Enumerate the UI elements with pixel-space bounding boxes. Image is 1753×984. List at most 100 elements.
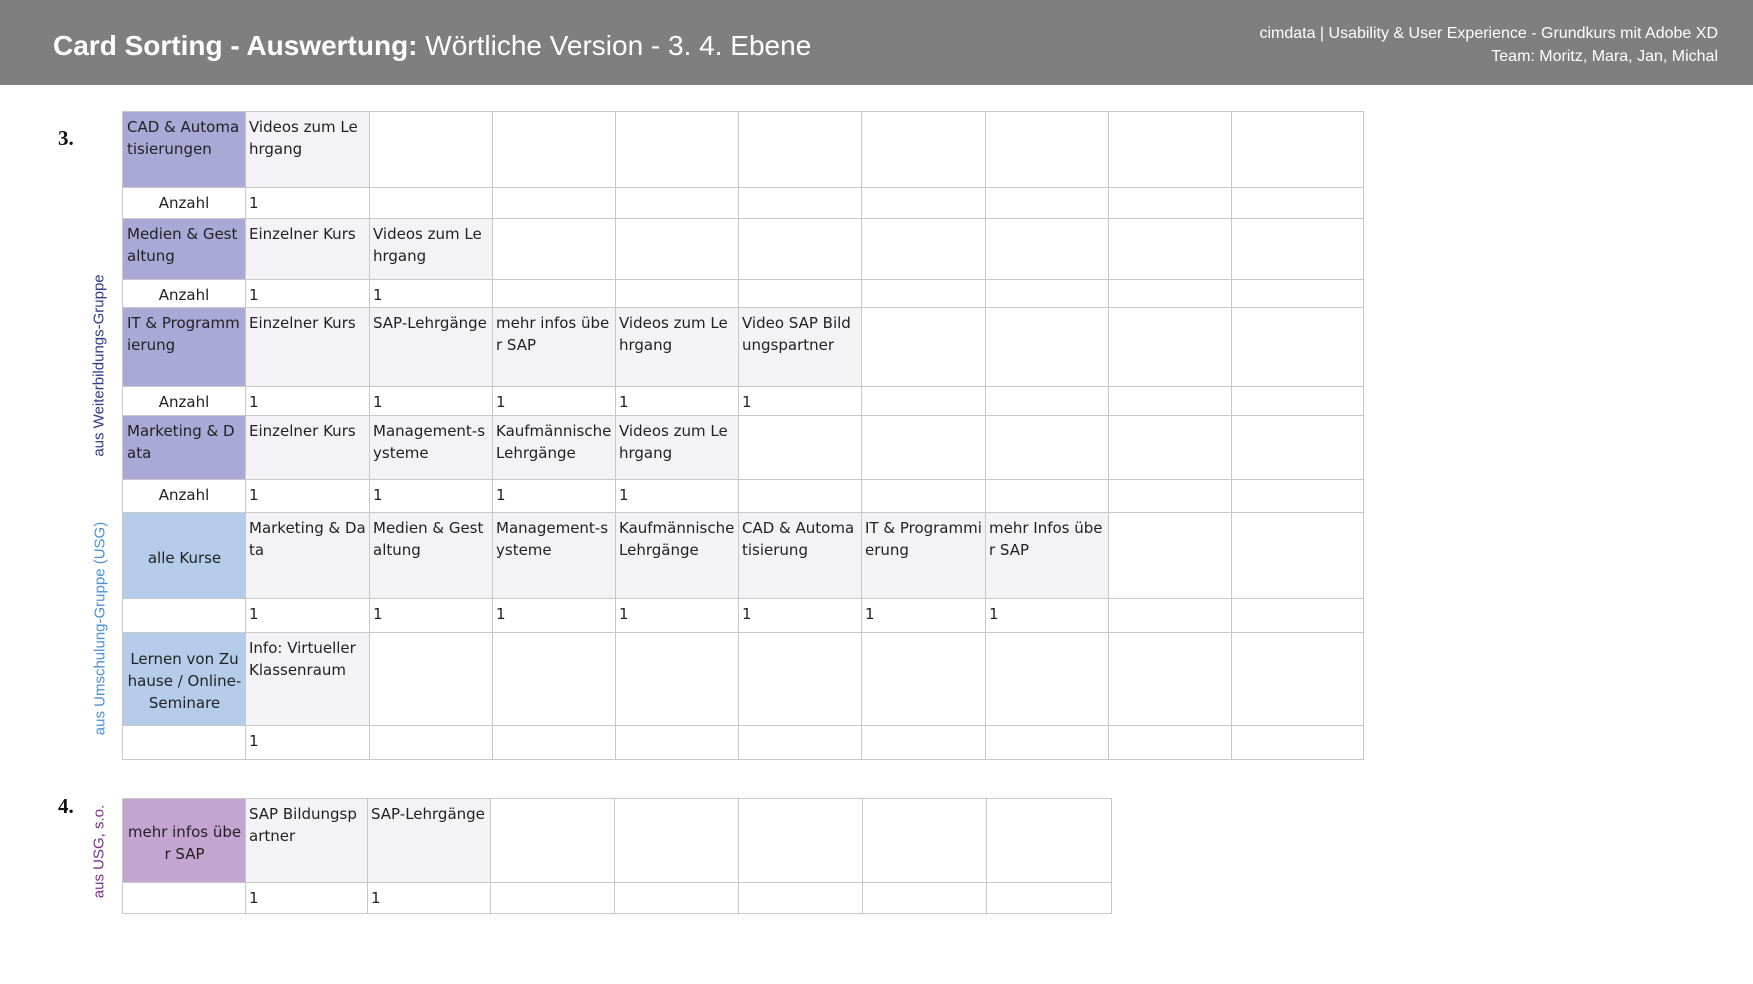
empty-cell bbox=[1108, 479, 1232, 513]
count-cell: 1 bbox=[615, 598, 739, 633]
page-title-rest: Wörtliche Version - 3. 4. Ebene bbox=[417, 30, 812, 61]
empty-cell bbox=[861, 415, 986, 480]
section-number-3: 3. bbox=[58, 126, 74, 150]
empty-cell bbox=[1108, 415, 1232, 480]
empty-cell bbox=[615, 279, 739, 308]
empty-cell bbox=[1231, 415, 1364, 480]
empty-cell bbox=[1231, 725, 1364, 760]
card-cell: SAP-Lehrgänge bbox=[369, 307, 493, 387]
card-cell: Einzelner Kurs bbox=[245, 415, 370, 480]
team-info: Team: Moritz, Mara, Jan, Michal bbox=[1491, 48, 1718, 65]
empty-cell bbox=[1108, 307, 1232, 387]
course-info: cimdata | Usability & User Experience - … bbox=[1259, 25, 1718, 42]
empty-cell bbox=[1231, 598, 1364, 633]
empty-cell bbox=[1108, 632, 1232, 726]
empty-cell bbox=[615, 111, 739, 188]
empty-cell bbox=[615, 218, 739, 280]
card-cell: Kaufmännische Lehrgänge bbox=[615, 512, 739, 599]
card-cell: Info: Virtueller Klassenraum bbox=[245, 632, 370, 726]
count-cell: 1 bbox=[615, 479, 739, 513]
count-cell: 1 bbox=[369, 479, 493, 513]
empty-cell bbox=[985, 632, 1109, 726]
empty-cell bbox=[985, 386, 1109, 416]
empty-cell bbox=[738, 479, 862, 513]
empty-cell bbox=[861, 307, 986, 387]
count-row: Anzahl 1 1 1 1 1 bbox=[122, 386, 1364, 416]
empty-cell bbox=[738, 111, 862, 188]
card-cell: Management-systeme bbox=[492, 512, 616, 599]
empty-cell bbox=[986, 882, 1112, 914]
empty-cell bbox=[492, 725, 616, 760]
empty-cell bbox=[492, 111, 616, 188]
count-cell: 1 bbox=[738, 386, 862, 416]
empty-cell bbox=[614, 798, 739, 883]
count-cell: 1 bbox=[245, 187, 370, 219]
category-cell: mehr infos über SAP bbox=[122, 798, 246, 883]
empty-cell bbox=[1108, 111, 1232, 188]
empty-cell bbox=[861, 386, 986, 416]
count-cell: 1 bbox=[369, 279, 493, 308]
card-cell: Management-systeme bbox=[369, 415, 493, 480]
count-cell: 1 bbox=[245, 598, 370, 633]
empty-cell bbox=[1231, 187, 1364, 219]
empty-cell bbox=[985, 218, 1109, 280]
empty-cell bbox=[862, 798, 987, 883]
empty-cell bbox=[861, 111, 986, 188]
label-usg: aus USG, s.o. bbox=[90, 804, 108, 899]
empty-cell bbox=[122, 725, 246, 760]
table-row: IT & Programmierung Einzelner Kurs SAP-L… bbox=[122, 307, 1364, 387]
empty-cell bbox=[369, 725, 493, 760]
count-cell: 1 bbox=[492, 386, 616, 416]
empty-cell bbox=[1108, 725, 1232, 760]
card-cell: Videos zum Lehrgang bbox=[615, 415, 739, 480]
card-cell: Videos zum Lehrgang bbox=[369, 218, 493, 280]
category-cell: Marketing & Data bbox=[122, 415, 246, 480]
count-cell: 1 bbox=[245, 279, 370, 308]
empty-cell bbox=[1231, 111, 1364, 188]
empty-cell bbox=[1231, 632, 1364, 726]
table-row: mehr infos über SAP SAP Bildungspartner … bbox=[122, 798, 1112, 883]
empty-cell bbox=[492, 632, 616, 726]
category-cell: IT & Programmierung bbox=[122, 307, 246, 387]
card-cell: Medien & Gestaltung bbox=[369, 512, 493, 599]
header-bar: Card Sorting - Auswertung: Wörtliche Ver… bbox=[0, 0, 1753, 85]
empty-cell bbox=[985, 479, 1109, 513]
empty-cell bbox=[122, 882, 246, 914]
empty-cell bbox=[369, 632, 493, 726]
category-cell: CAD & Automatisierungen bbox=[122, 111, 246, 188]
empty-cell bbox=[1108, 218, 1232, 280]
empty-cell bbox=[985, 725, 1109, 760]
count-cell: 1 bbox=[245, 479, 370, 513]
count-cell: 1 bbox=[861, 598, 986, 633]
empty-cell bbox=[1231, 307, 1364, 387]
count-cell: 1 bbox=[492, 598, 616, 633]
empty-cell bbox=[492, 279, 616, 308]
header-meta: cimdata | Usability & User Experience - … bbox=[1259, 22, 1718, 68]
empty-cell bbox=[738, 415, 862, 480]
count-cell: 1 bbox=[369, 386, 493, 416]
empty-cell bbox=[1231, 479, 1364, 513]
empty-cell bbox=[985, 111, 1109, 188]
empty-cell bbox=[369, 111, 493, 188]
empty-cell bbox=[1231, 512, 1364, 599]
card-cell: mehr infos über SAP bbox=[492, 307, 616, 387]
card-cell: mehr Infos über SAP bbox=[985, 512, 1109, 599]
count-cell: 1 bbox=[492, 479, 616, 513]
empty-cell bbox=[1108, 598, 1232, 633]
count-cell: 1 bbox=[245, 386, 370, 416]
card-cell: SAP Bildungspartner bbox=[245, 798, 368, 883]
label-weiterbildungs-gruppe: aus Weiterbildungs-Gruppe bbox=[90, 274, 108, 457]
empty-cell bbox=[985, 187, 1109, 219]
empty-cell bbox=[614, 882, 739, 914]
table-section-3: CAD & Automatisierungen Videos zum Lehrg… bbox=[122, 111, 1364, 760]
count-cell: 1 bbox=[245, 882, 368, 914]
card-cell: Videos zum Lehrgang bbox=[615, 307, 739, 387]
anzahl-label: Anzahl bbox=[122, 187, 246, 219]
empty-cell bbox=[861, 187, 986, 219]
empty-cell bbox=[986, 798, 1112, 883]
card-cell: Kaufmännische Lehrgänge bbox=[492, 415, 616, 480]
category-cell: Lernen von Zuhause / Online-Seminare bbox=[122, 632, 246, 726]
page-title: Card Sorting - Auswertung: Wörtliche Ver… bbox=[53, 30, 811, 62]
card-cell: CAD & Automatisierung bbox=[738, 512, 862, 599]
card-cell: IT & Programmierung bbox=[861, 512, 986, 599]
